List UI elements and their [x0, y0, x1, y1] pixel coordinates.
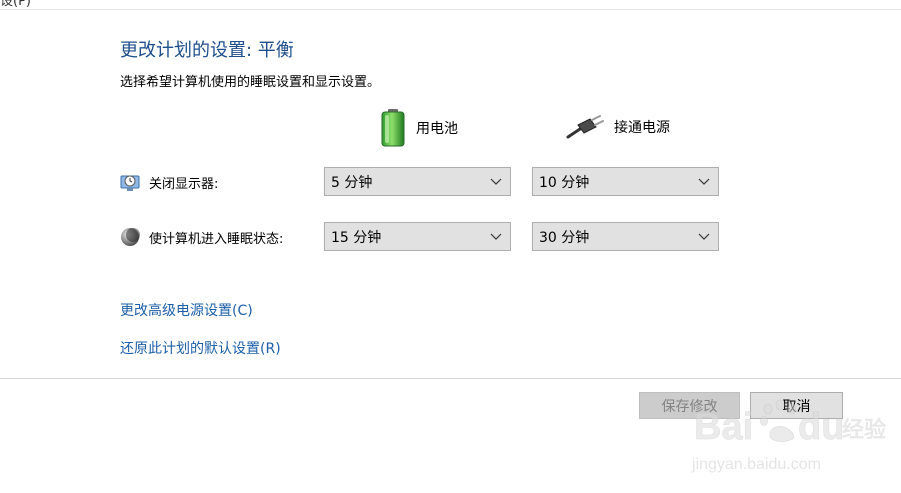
- svg-text:Bai: Bai: [694, 406, 753, 448]
- partial-menu-text: 设(P): [0, 0, 31, 9]
- turn-off-display-label: 关闭显示器:: [149, 176, 219, 192]
- display-battery-dropdown[interactable]: 5 分钟: [324, 167, 511, 196]
- chevron-down-icon: [698, 233, 710, 240]
- sleep-label: 使计算机进入睡眠状态:: [149, 231, 284, 247]
- plugged-column-label: 接通电源: [614, 120, 670, 136]
- page-title: 更改计划的设置: 平衡: [120, 40, 294, 61]
- svg-text:经验: 经验: [842, 418, 886, 443]
- display-plugged-value: 10 分钟: [539, 174, 590, 191]
- display-battery-value: 5 分钟: [331, 174, 373, 191]
- battery-icon: [381, 109, 405, 147]
- turn-off-display-row-label: 关闭显示器:: [119, 171, 218, 193]
- sleep-row-label: 使计算机进入睡眠状态:: [119, 226, 283, 248]
- restore-defaults-link[interactable]: 还原此计划的默认设置(R): [120, 338, 281, 358]
- footer-divider: [0, 378, 901, 379]
- page-subtitle: 选择希望计算机使用的睡眠设置和显示设置。: [120, 75, 381, 90]
- display-clock-icon: [120, 175, 140, 191]
- power-plug-icon: [566, 115, 604, 139]
- sleep-plugged-value: 30 分钟: [539, 229, 590, 246]
- advanced-power-settings-link[interactable]: 更改高级电源设置(C): [120, 300, 253, 320]
- moon-icon: [121, 228, 140, 246]
- sleep-battery-dropdown[interactable]: 15 分钟: [324, 222, 511, 251]
- sleep-plugged-dropdown[interactable]: 30 分钟: [532, 222, 719, 251]
- chevron-down-icon: [490, 233, 502, 240]
- display-plugged-dropdown[interactable]: 10 分钟: [532, 167, 719, 196]
- chevron-down-icon: [698, 178, 710, 185]
- svg-text:du: du: [798, 406, 844, 448]
- plugged-column-header: 接通电源: [566, 113, 670, 141]
- chevron-down-icon: [490, 178, 502, 185]
- battery-column-label: 用电池: [416, 121, 458, 137]
- battery-column-header: 用电池: [378, 108, 458, 148]
- svg-text:jingyan.baidu.com: jingyan.baidu.com: [691, 456, 821, 473]
- sleep-battery-value: 15 分钟: [331, 229, 382, 246]
- baidu-watermark-logo: Bai du 经验 jingyan.baidu.com: [691, 399, 886, 473]
- top-divider: [0, 9, 901, 10]
